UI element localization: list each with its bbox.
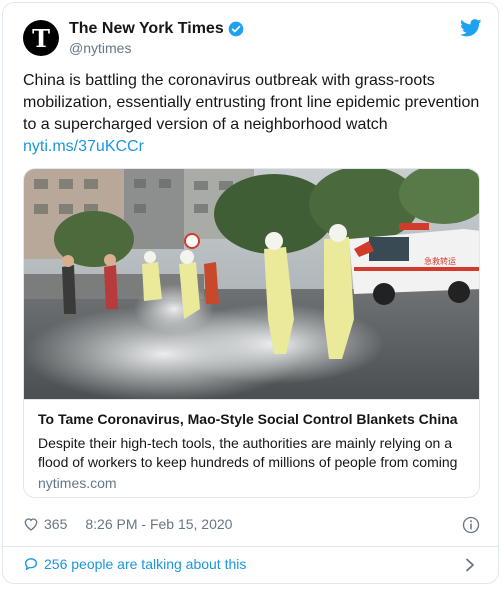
chevron-right-icon[interactable]	[464, 558, 476, 572]
ambulance-sign: 急救转运	[424, 256, 456, 266]
verified-badge-icon	[228, 21, 244, 37]
article-title[interactable]: To Tame Coronavirus, Mao-Style Social Co…	[38, 411, 458, 427]
divider	[2, 546, 499, 547]
avatar[interactable]: T	[23, 20, 59, 56]
heart-icon[interactable]	[23, 516, 39, 532]
like-count[interactable]: 365	[44, 516, 67, 532]
conversation-link[interactable]: 256 people are talking about this	[23, 556, 246, 572]
tweet-link[interactable]: nyti.ms/37uKCCr	[23, 136, 488, 158]
author-name-row[interactable]: The New York Times	[69, 20, 244, 38]
link-preview-body[interactable]: To Tame Coronavirus, Mao-Style Social Co…	[24, 399, 479, 497]
article-photo: 急救转运	[24, 169, 479, 399]
conversation-text[interactable]: 256 people are talking about this	[44, 556, 246, 572]
tweet-text: China is battling the coronavirus outbre…	[23, 70, 488, 158]
info-icon[interactable]	[462, 516, 480, 534]
tweet-body: China is battling the coronavirus outbre…	[23, 72, 480, 133]
author-display-name[interactable]: The New York Times	[69, 20, 224, 38]
tweet-meta-row: 365 8:26 PM - Feb 15, 2020	[23, 516, 232, 532]
timestamp[interactable]: 8:26 PM - Feb 15, 2020	[85, 516, 232, 532]
author-handle[interactable]: @nytimes	[69, 40, 131, 56]
article-domain: nytimes.com	[38, 475, 117, 491]
link-preview-card[interactable]: 急救转运 To Tame Coronavirus, Mao-Style Soci…	[23, 168, 480, 498]
speech-bubble-icon	[25, 558, 37, 570]
twitter-bird-icon[interactable]	[460, 19, 482, 37]
article-description: Despite their high-tech tools, the autho…	[38, 435, 458, 470]
